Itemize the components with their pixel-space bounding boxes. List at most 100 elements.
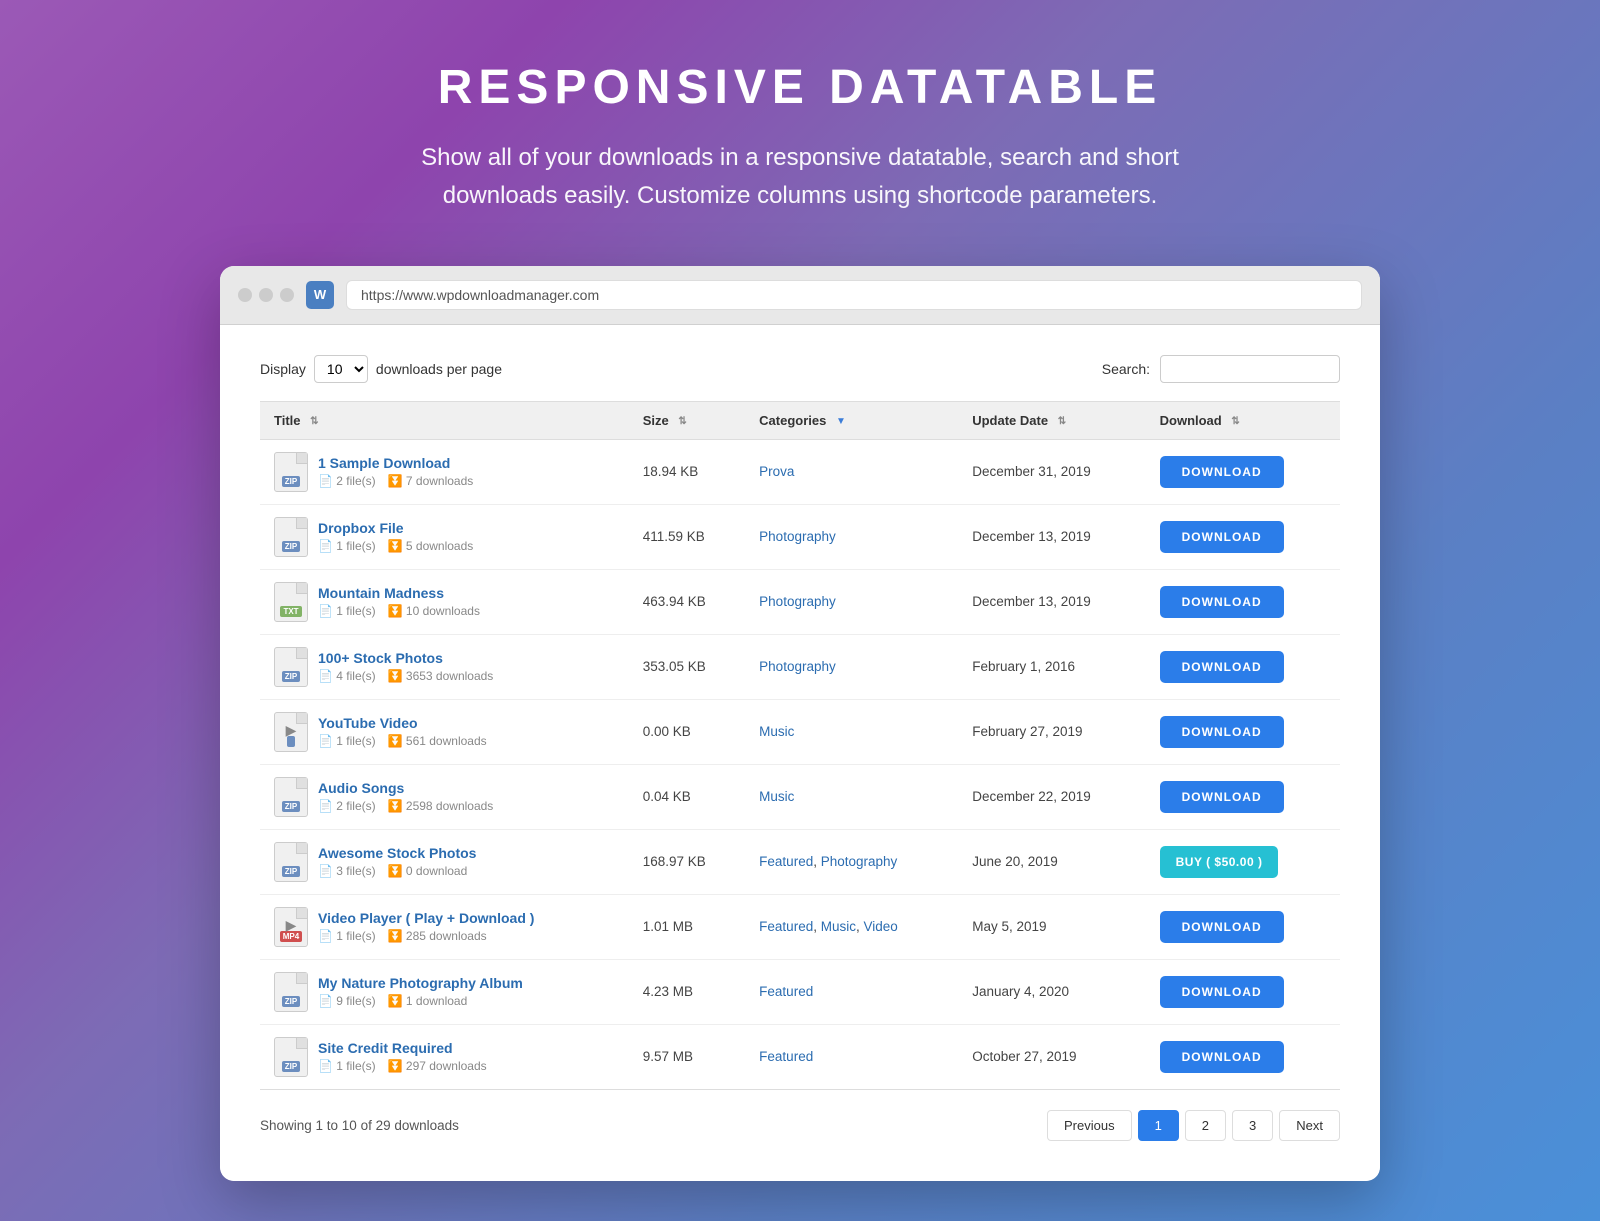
file-type-label: ZIP xyxy=(282,801,300,812)
date-cell: May 5, 2019 xyxy=(958,894,1145,959)
col-size[interactable]: Size ⇅ xyxy=(629,401,745,439)
file-title-link[interactable]: Site Credit Required xyxy=(318,1040,487,1056)
file-meta: 📄 3 file(s) ⏬ 0 download xyxy=(318,864,476,878)
title-cell: ▶MP4 Video Player ( Play + Download ) 📄 … xyxy=(260,894,629,959)
file-meta: 📄 1 file(s) ⏬ 10 downloads xyxy=(318,604,480,618)
download-button[interactable]: DOWNLOAD xyxy=(1160,716,1284,748)
categories-cell: Photography xyxy=(745,569,958,634)
browser-dots xyxy=(238,288,294,302)
file-cell: ZIP Site Credit Required 📄 1 file(s) ⏬ 2… xyxy=(274,1037,615,1077)
categories-cell: Photography xyxy=(745,634,958,699)
category-link[interactable]: Photography xyxy=(759,529,836,544)
buy-button[interactable]: BUY ( $50.00 ) xyxy=(1160,846,1279,878)
download-count: ⏬ 7 downloads xyxy=(388,474,474,488)
size-cell: 0.04 KB xyxy=(629,764,745,829)
category-link[interactable]: Photography xyxy=(759,594,836,609)
download-button[interactable]: DOWNLOAD xyxy=(1160,651,1284,683)
file-type-label: TXT xyxy=(280,606,301,617)
table-controls: Display 10 25 50 downloads per page Sear… xyxy=(260,355,1340,383)
col-categories[interactable]: Categories ▼ xyxy=(745,401,958,439)
table-row: ZIP Audio Songs 📄 2 file(s) ⏬ 2598 downl… xyxy=(260,764,1340,829)
col-title[interactable]: Title ⇅ xyxy=(260,401,629,439)
category-link[interactable]: Featured xyxy=(759,854,813,869)
action-cell: DOWNLOAD xyxy=(1146,764,1340,829)
dot-1 xyxy=(238,288,252,302)
date-cell: June 20, 2019 xyxy=(958,829,1145,894)
title-cell: ZIP Site Credit Required 📄 1 file(s) ⏬ 2… xyxy=(260,1024,629,1089)
category-link[interactable]: Featured xyxy=(759,1049,813,1064)
file-icon: ZIP xyxy=(274,1037,308,1077)
action-cell: DOWNLOAD xyxy=(1146,699,1340,764)
action-cell: DOWNLOAD xyxy=(1146,634,1340,699)
file-icon: ZIP xyxy=(274,517,308,557)
browser-window: W https://www.wpdownloadmanager.com Disp… xyxy=(220,266,1380,1181)
file-title-link[interactable]: Audio Songs xyxy=(318,780,493,796)
page-2-button[interactable]: 2 xyxy=(1185,1110,1226,1141)
file-title-link[interactable]: My Nature Photography Album xyxy=(318,975,523,991)
category-link[interactable]: Photography xyxy=(759,659,836,674)
download-button[interactable]: DOWNLOAD xyxy=(1160,911,1284,943)
per-page-label: downloads per page xyxy=(376,361,502,377)
category-link[interactable]: Music xyxy=(759,724,794,739)
date-cell: December 13, 2019 xyxy=(958,504,1145,569)
action-cell: DOWNLOAD xyxy=(1146,569,1340,634)
title-cell: ZIP 1 Sample Download 📄 2 file(s) ⏬ 7 do… xyxy=(260,439,629,504)
showing-info: Showing 1 to 10 of 29 downloads xyxy=(260,1118,459,1133)
category-link[interactable]: Featured xyxy=(759,984,813,999)
sort-download: ⇅ xyxy=(1231,416,1239,427)
search-label: Search: xyxy=(1102,361,1150,377)
category-link[interactable]: Music xyxy=(759,789,794,804)
file-icon: TXT xyxy=(274,582,308,622)
file-title-link[interactable]: YouTube Video xyxy=(318,715,487,731)
sort-categories: ▼ xyxy=(836,416,846,427)
category-link[interactable]: Photography xyxy=(821,854,898,869)
date-cell: October 27, 2019 xyxy=(958,1024,1145,1089)
category-link[interactable]: Music xyxy=(821,919,856,934)
col-date[interactable]: Update Date ⇅ xyxy=(958,401,1145,439)
size-cell: 1.01 MB xyxy=(629,894,745,959)
category-link[interactable]: Prova xyxy=(759,464,794,479)
col-download[interactable]: Download ⇅ xyxy=(1146,401,1340,439)
file-meta: 📄 1 file(s) ⏬ 285 downloads xyxy=(318,929,534,943)
title-cell: ▶ YouTube Video 📄 1 file(s) ⏬ 561 downlo… xyxy=(260,699,629,764)
categories-cell: Music xyxy=(745,699,958,764)
file-title-link[interactable]: Video Player ( Play + Download ) xyxy=(318,910,534,926)
title-cell: ZIP Dropbox File 📄 1 file(s) ⏬ 5 downloa… xyxy=(260,504,629,569)
file-info: 100+ Stock Photos 📄 4 file(s) ⏬ 3653 dow… xyxy=(318,650,493,683)
file-title-link[interactable]: Dropbox File xyxy=(318,520,473,536)
download-button[interactable]: DOWNLOAD xyxy=(1160,456,1284,488)
page-1-button[interactable]: 1 xyxy=(1138,1110,1179,1141)
table-row: ZIP 1 Sample Download 📄 2 file(s) ⏬ 7 do… xyxy=(260,439,1340,504)
download-button[interactable]: DOWNLOAD xyxy=(1160,586,1284,618)
file-title-link[interactable]: 1 Sample Download xyxy=(318,455,473,471)
category-link[interactable]: Video xyxy=(864,919,898,934)
file-icon: ▶ xyxy=(274,712,308,752)
file-title-link[interactable]: Mountain Madness xyxy=(318,585,480,601)
file-title-link[interactable]: Awesome Stock Photos xyxy=(318,845,476,861)
action-cell: DOWNLOAD xyxy=(1146,504,1340,569)
search-input[interactable] xyxy=(1160,355,1340,383)
category-link[interactable]: Featured xyxy=(759,919,813,934)
file-title-link[interactable]: 100+ Stock Photos xyxy=(318,650,493,666)
dot-3 xyxy=(280,288,294,302)
download-count: ⏬ 1 download xyxy=(388,994,468,1008)
per-page-select[interactable]: 10 25 50 xyxy=(314,355,368,383)
dot-2 xyxy=(259,288,273,302)
file-info: My Nature Photography Album 📄 9 file(s) … xyxy=(318,975,523,1008)
download-button[interactable]: DOWNLOAD xyxy=(1160,521,1284,553)
table-row: ZIP Awesome Stock Photos 📄 3 file(s) ⏬ 0… xyxy=(260,829,1340,894)
prev-button[interactable]: Previous xyxy=(1047,1110,1132,1141)
browser-bar: W https://www.wpdownloadmanager.com xyxy=(220,266,1380,325)
size-cell: 411.59 KB xyxy=(629,504,745,569)
download-count: ⏬ 5 downloads xyxy=(388,539,474,553)
download-button[interactable]: DOWNLOAD xyxy=(1160,781,1284,813)
file-type-label: ZIP xyxy=(282,866,300,877)
downloads-table: Title ⇅ Size ⇅ Categories ▼ Update Date … xyxy=(260,401,1340,1090)
display-control: Display 10 25 50 downloads per page xyxy=(260,355,502,383)
file-count: 📄 1 file(s) xyxy=(318,1059,376,1073)
page-3-button[interactable]: 3 xyxy=(1232,1110,1273,1141)
download-button[interactable]: DOWNLOAD xyxy=(1160,1041,1284,1073)
browser-url-bar: https://www.wpdownloadmanager.com xyxy=(346,280,1362,310)
download-button[interactable]: DOWNLOAD xyxy=(1160,976,1284,1008)
next-button[interactable]: Next xyxy=(1279,1110,1340,1141)
